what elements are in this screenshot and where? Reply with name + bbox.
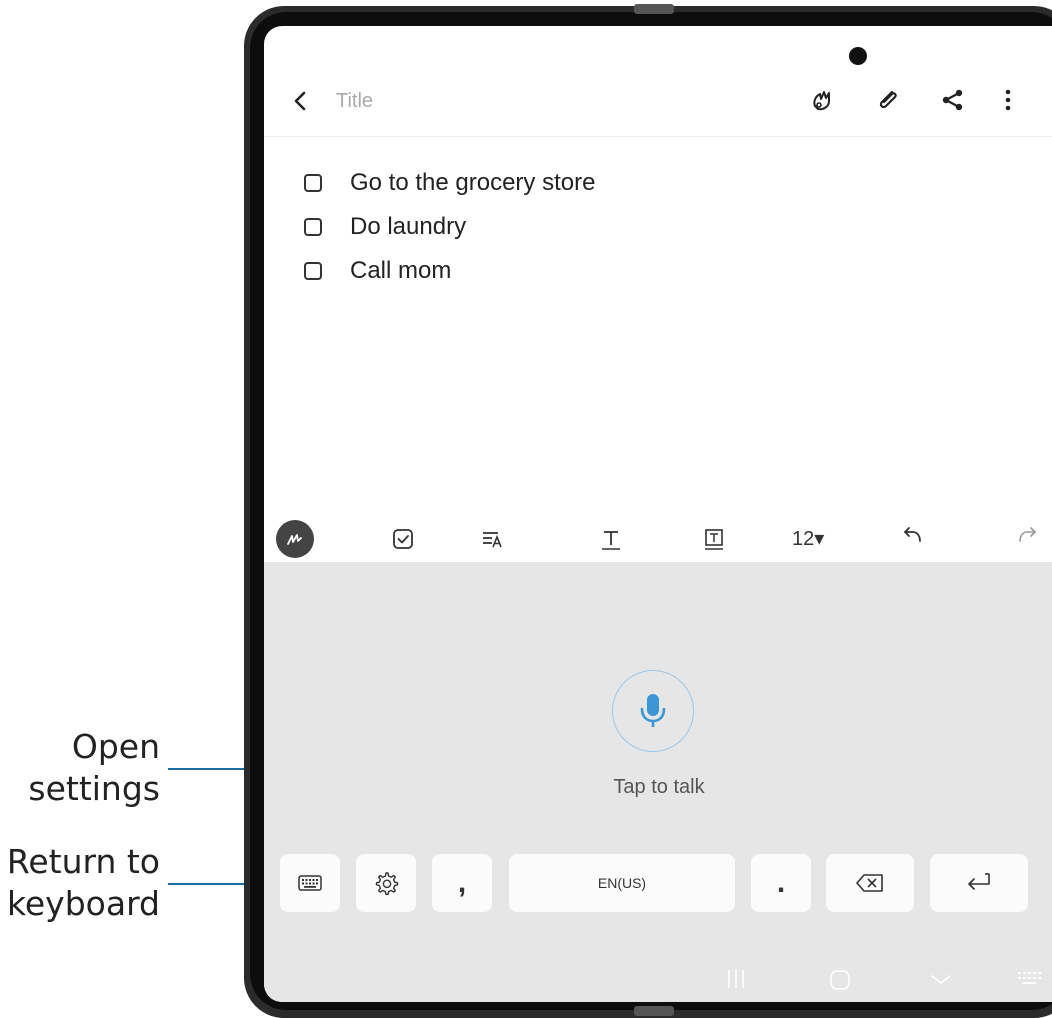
callout-line-2: settings (28, 769, 160, 808)
mic-button[interactable] (612, 670, 694, 752)
callout-line-2: keyboard (6, 884, 160, 923)
checklist-item: Do laundry (304, 205, 595, 249)
period-label: . (776, 866, 786, 899)
font-size-dropdown[interactable]: 12▾ (792, 526, 824, 551)
enter-icon (968, 873, 990, 890)
checkbox[interactable] (304, 262, 322, 280)
title-input[interactable]: Title (336, 90, 373, 113)
recents-icon[interactable] (726, 968, 746, 990)
keyboard-switch-icon[interactable] (1016, 968, 1042, 988)
checklist-item-text[interactable]: Call mom (350, 257, 451, 285)
checkbox[interactable] (304, 218, 322, 236)
voice-keyboard-row: , EN(US) . (264, 854, 1052, 914)
return-to-keyboard-callout: Return to keyboard (0, 841, 160, 925)
hinge-top (634, 4, 674, 14)
open-settings-callout: Open settings (20, 726, 160, 810)
return-to-keyboard-button[interactable] (280, 854, 340, 912)
period-key[interactable]: . (751, 854, 811, 912)
language-label: EN(US) (597, 875, 647, 891)
text-highlight-icon[interactable] (701, 526, 727, 552)
navigation-bar (264, 960, 1052, 1000)
text-style-icon[interactable] (480, 526, 506, 552)
backspace-key[interactable] (826, 854, 914, 912)
home-icon[interactable] (828, 968, 852, 992)
voice-input-panel: Tap to talk , EN(US) . (264, 562, 1052, 1002)
pen-icon (287, 534, 302, 545)
tap-to-talk-label: Tap to talk (613, 776, 705, 798)
hinge-bottom (634, 1006, 674, 1016)
handwriting-icon[interactable] (807, 84, 839, 116)
phone-screen: Title Go to the grocery store Do laundry (264, 26, 1052, 1002)
enter-key[interactable] (930, 854, 1028, 912)
title-divider (264, 136, 1052, 137)
checklist-item-text[interactable]: Do laundry (350, 213, 466, 241)
text-color-icon[interactable] (598, 526, 624, 552)
microphone-icon (640, 694, 666, 727)
checklist: Go to the grocery store Do laundry Call … (304, 161, 595, 293)
format-toolbar: 12▾ (264, 520, 1052, 564)
more-options-icon[interactable] (992, 84, 1024, 116)
attach-icon[interactable] (872, 84, 904, 116)
settings-icon (375, 872, 399, 896)
checklist-item-text[interactable]: Go to the grocery store (350, 169, 595, 197)
language-key[interactable]: EN(US) (509, 854, 735, 912)
open-settings-button[interactable] (356, 854, 416, 912)
back-nav-icon[interactable] (928, 968, 954, 990)
keyboard-icon (298, 875, 322, 891)
checkbox[interactable] (304, 174, 322, 192)
front-camera (849, 47, 867, 65)
share-icon[interactable] (937, 84, 969, 116)
back-icon[interactable] (286, 86, 316, 116)
redo-icon[interactable] (1014, 526, 1040, 552)
note-top-bar: Title (264, 76, 1052, 132)
pen-button[interactable] (276, 520, 314, 558)
comma-label: , (457, 866, 467, 899)
backspace-icon (856, 874, 883, 892)
checkbox-icon[interactable] (390, 526, 416, 552)
callout-line-1: Open (71, 727, 160, 766)
checklist-item: Go to the grocery store (304, 161, 595, 205)
callout-line-1: Return to (6, 842, 160, 881)
checklist-item: Call mom (304, 249, 595, 293)
comma-key[interactable]: , (432, 854, 492, 912)
undo-icon[interactable] (900, 526, 926, 552)
